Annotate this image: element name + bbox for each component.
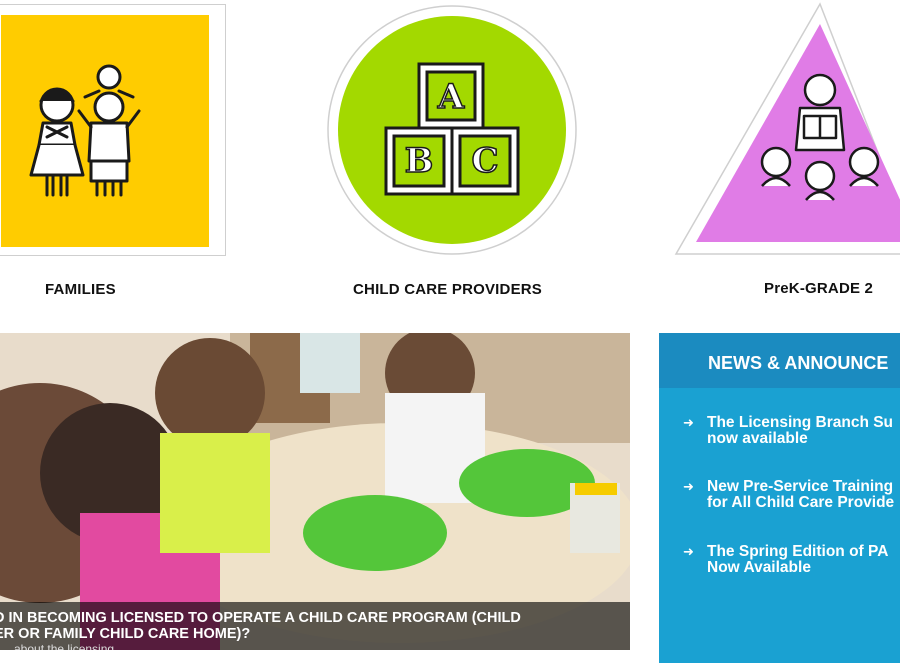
news-item-line1: The Spring Edition of PA	[707, 543, 889, 560]
hero-caption-line2: ER OR FAMILY CHILD CARE HOME)?	[0, 626, 251, 642]
hero-photo[interactable]: D IN BECOMING LICENSED TO OPERATE A CHIL…	[0, 333, 630, 650]
hero-caption-line3: ...about the licensing	[4, 642, 115, 650]
families-label[interactable]: FAMILIES	[45, 281, 116, 298]
hero-caption[interactable]: D IN BECOMING LICENSED TO OPERATE A CHIL…	[0, 602, 630, 650]
child-care-providers-label[interactable]: CHILD CARE PROVIDERS	[353, 281, 542, 298]
news-item-line2: Now Available	[707, 559, 811, 576]
hero-caption-line1: D IN BECOMING LICENSED TO OPERATE A CHIL…	[0, 610, 521, 626]
news-title: NEWS & ANNOUNCE	[708, 353, 889, 373]
news-header: NEWS & ANNOUNCE	[659, 333, 900, 388]
prek-grade2-tile[interactable]	[672, 0, 900, 260]
svg-text:C: C	[471, 141, 498, 181]
prek-grade2-label[interactable]: PreK-GRADE 2	[764, 280, 873, 297]
abc-blocks-icon: A B C	[327, 5, 577, 255]
news-item-line2: now available	[707, 430, 808, 447]
reading-teacher-icon	[674, 2, 900, 255]
families-tile-background	[1, 15, 209, 247]
news-item-line2: for All Child Care Provide	[707, 494, 895, 511]
news-item-line1: The Licensing Branch Su	[707, 414, 894, 431]
arrow-right-icon: ➜	[683, 415, 694, 430]
families-tile[interactable]	[0, 4, 226, 256]
news-announcements-panel: NEWS & ANNOUNCE ➜ The Licensing Branch S…	[659, 333, 900, 663]
svg-text:A: A	[437, 77, 465, 117]
svg-text:B: B	[405, 141, 434, 181]
family-icon	[29, 64, 141, 197]
arrow-right-icon: ➜	[683, 479, 694, 494]
news-item-line1: New Pre-Service Training	[707, 478, 894, 495]
arrow-right-icon: ➜	[683, 544, 694, 559]
child-care-providers-tile[interactable]: A B C	[326, 4, 578, 256]
